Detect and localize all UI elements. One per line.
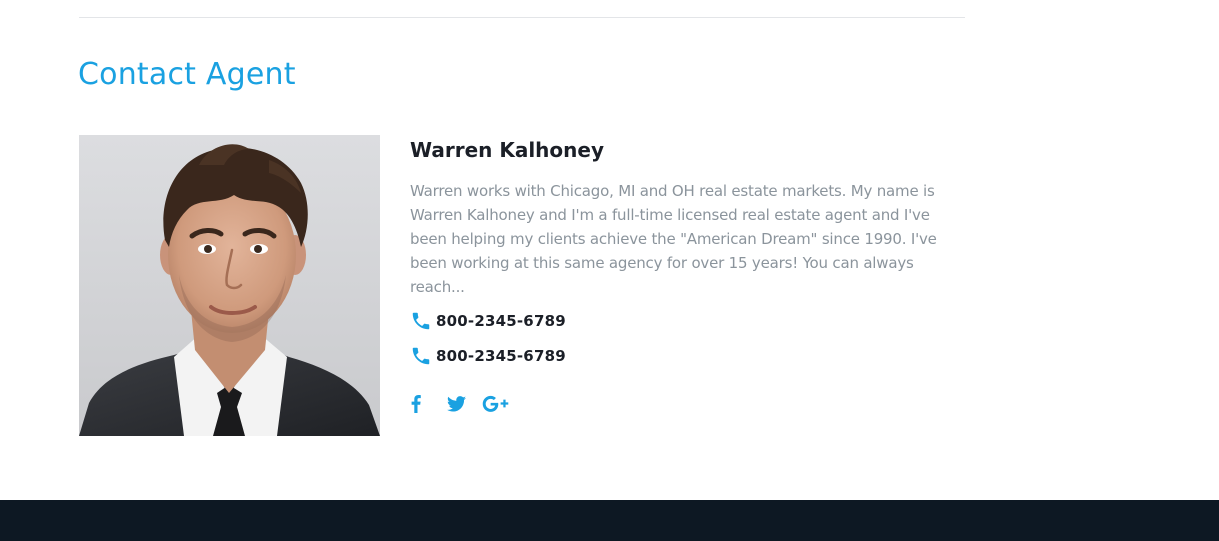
phone-row-secondary[interactable]: 800-2345-6789 bbox=[410, 344, 970, 368]
google-plus-link[interactable] bbox=[481, 395, 509, 413]
section-divider bbox=[79, 17, 965, 18]
social-links bbox=[410, 392, 970, 416]
section-title: Contact Agent bbox=[78, 57, 296, 92]
agent-name: Warren Kalhoney bbox=[410, 138, 605, 162]
twitter-icon bbox=[446, 396, 466, 412]
agent-info: Warren Kalhoney Warren works with Chicag… bbox=[410, 135, 970, 416]
agent-bio: Warren works with Chicago, MI and OH rea… bbox=[410, 182, 937, 296]
phone-icon bbox=[410, 345, 432, 367]
agent-portrait-image bbox=[79, 135, 380, 436]
phone-icon bbox=[410, 310, 432, 332]
google-plus-icon bbox=[482, 395, 508, 412]
agent-photo bbox=[79, 135, 380, 436]
phone-number[interactable]: 800-2345-6789 bbox=[436, 347, 566, 365]
footer-bar bbox=[0, 500, 1219, 541]
phone-row-primary[interactable]: 800-2345-6789 bbox=[410, 309, 970, 333]
twitter-link[interactable] bbox=[446, 396, 466, 412]
facebook-icon bbox=[411, 395, 421, 413]
phone-number[interactable]: 800-2345-6789 bbox=[436, 312, 566, 330]
page: Contact Agent Warren Kalhoney Warren wor… bbox=[0, 0, 1219, 541]
facebook-link[interactable] bbox=[410, 395, 422, 413]
